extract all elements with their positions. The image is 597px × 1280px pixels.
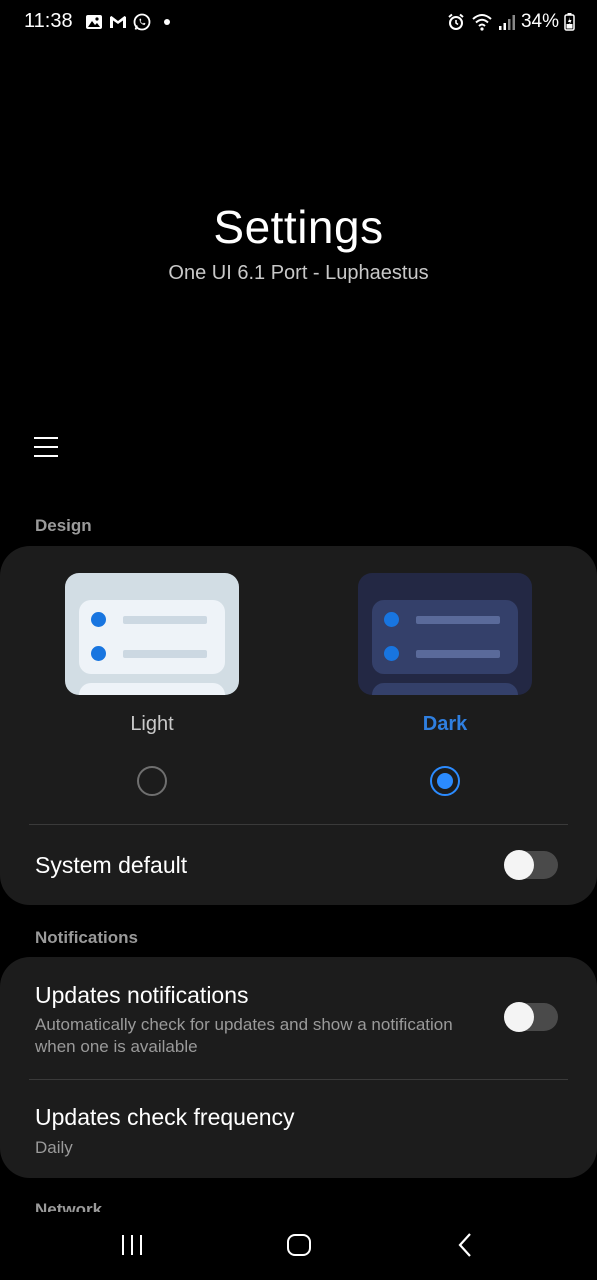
signal-icon: [498, 12, 516, 32]
gmail-icon: [108, 12, 128, 32]
light-theme-preview[interactable]: [65, 573, 239, 695]
updates-frequency-row[interactable]: Updates check frequency Daily: [0, 1080, 597, 1178]
menu-button[interactable]: [30, 430, 64, 464]
updates-frequency-value: Daily: [35, 1138, 73, 1157]
page-title: Settings: [213, 201, 384, 253]
header: Settings One UI 6.1 Port - Luphaestus: [0, 200, 597, 285]
alarm-icon: [446, 12, 466, 32]
theme-option-light[interactable]: Light: [65, 573, 239, 736]
updates-notifications-title: Updates notifications: [35, 982, 249, 1008]
section-label-design: Design: [35, 516, 92, 535]
dark-theme-label: Dark: [422, 713, 468, 735]
hamburger-icon-line: [34, 437, 58, 439]
theme-option-dark[interactable]: Dark: [358, 573, 532, 736]
system-default-label: System default: [35, 852, 188, 878]
updates-notifications-description: Automatically check for updates and show…: [35, 1015, 453, 1056]
status-bar: 11:38 34%: [0, 0, 597, 46]
battery-icon: [564, 12, 575, 32]
section-label-network: Network: [35, 1200, 103, 1212]
light-theme-radio[interactable]: [137, 766, 167, 796]
hamburger-icon-line: [34, 455, 58, 457]
status-time: 11:38: [24, 10, 73, 32]
battery-percent: 34%: [520, 11, 559, 32]
system-default-toggle[interactable]: [504, 850, 558, 880]
home-icon: [287, 1234, 311, 1256]
page-subtitle: One UI 6.1 Port - Luphaestus: [168, 262, 429, 284]
recent-apps-icon: [122, 1235, 142, 1255]
gallery-icon: [84, 12, 104, 32]
hamburger-icon-line: [34, 446, 58, 448]
navigation-bar: [0, 1212, 597, 1280]
updates-notifications-toggle[interactable]: [504, 1002, 558, 1032]
notification-dot: [164, 19, 170, 25]
divider: [29, 824, 568, 825]
back-button[interactable]: [446, 1230, 486, 1260]
section-label-notifications: Notifications: [35, 928, 138, 947]
light-theme-label: Light: [130, 713, 174, 735]
back-icon: [458, 1233, 471, 1257]
updates-notifications-row[interactable]: Updates notifications Automatically chec…: [0, 957, 597, 1079]
wifi-icon: [471, 12, 493, 32]
recent-apps-button[interactable]: [112, 1230, 152, 1260]
dark-theme-preview[interactable]: [358, 573, 532, 695]
design-card: Light Dark System default: [0, 546, 597, 905]
updates-frequency-title: Updates check frequency: [35, 1104, 295, 1130]
home-button[interactable]: [279, 1230, 319, 1260]
notifications-card: Updates notifications Automatically chec…: [0, 957, 597, 1178]
whatsapp-icon: [132, 12, 152, 32]
dark-theme-radio[interactable]: [430, 766, 460, 796]
